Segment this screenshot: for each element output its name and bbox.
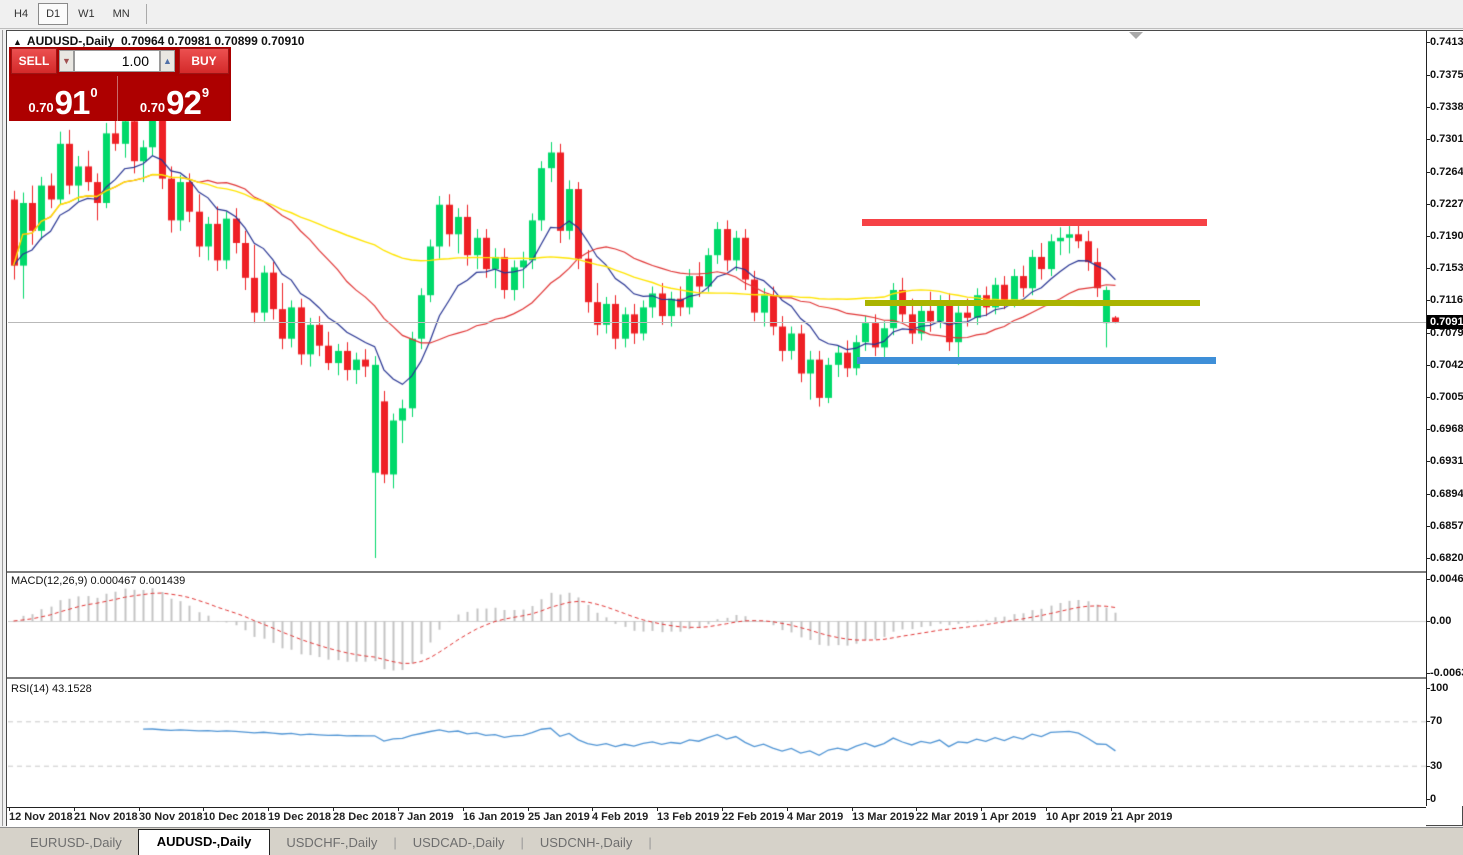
hline-mid-support[interactable] — [865, 300, 1200, 306]
timeframe-button-mn[interactable]: MN — [105, 3, 138, 25]
price-axis-label: 0.68940 — [1430, 488, 1463, 500]
timeframe-toolbar: H4 D1 W1 MN — [0, 0, 1463, 29]
date-label: 21 Nov 2018 — [74, 811, 138, 823]
date-label: 13 Feb 2019 — [657, 811, 720, 823]
chart-tab-bar: EURUSD-,Daily AUDUSD-,Daily USDCHF-,Daily |… — [0, 827, 1463, 855]
timeframe-button-d1[interactable]: D1 — [38, 3, 69, 25]
macd-label: MACD(12,26,9) 0.000467 0.001439 — [11, 575, 186, 587]
buy-price-prefix: 0.70 — [139, 100, 166, 115]
date-label: 30 Nov 2018 — [139, 811, 203, 823]
panel-separator[interactable] — [7, 677, 1426, 680]
macd-axis-label: 0.004694 — [1430, 573, 1463, 585]
date-label: 13 Mar 2019 — [852, 811, 915, 823]
buy-price-big-digits: 92 — [166, 84, 202, 121]
date-label: 7 Jan 2019 — [398, 811, 454, 823]
sell-price-pipette: 0 — [90, 85, 98, 100]
toolbar-separator — [145, 4, 147, 24]
date-label: 12 Nov 2018 — [9, 811, 73, 823]
time-axis[interactable]: 12 Nov 2018 21 Nov 2018 30 Nov 2018 10 Dec … — [7, 807, 1426, 827]
buy-quote-tile[interactable]: 0.70 92 9 — [120, 76, 229, 121]
volume-increase-icon[interactable]: ▲ — [160, 50, 175, 72]
macd-axis-label: -0.00639 — [1430, 667, 1463, 679]
one-click-trading-panel: SELL ▼ ▲ BUY 0.70 91 0 0.70 92 9 — [9, 47, 231, 121]
chart-title: ▲ AUDUSD-,Daily 0.70964 0.70981 0.70899 0… — [13, 34, 304, 48]
date-label: 10 Dec 2018 — [203, 811, 266, 823]
date-label: 4 Feb 2019 — [592, 811, 649, 823]
buy-price-pipette: 9 — [201, 85, 210, 100]
macd-axis-label: 0.00 — [1430, 615, 1452, 627]
price-axis-label: 0.71160 — [1430, 294, 1463, 306]
chart-tab-eurusd[interactable]: EURUSD-,Daily — [14, 831, 138, 855]
price-axis[interactable]: 0.74130 0.73750 0.73380 0.73010 0.72640 0.722… — [1426, 31, 1463, 806]
terminal-window: H4 D1 W1 MN ▲ AUDUSD-,Daily 0.70964 0.709… — [0, 0, 1463, 855]
price-axis-label: 0.71900 — [1430, 230, 1463, 242]
sell-button[interactable]: SELL — [11, 48, 57, 74]
current-price-line — [8, 322, 1426, 323]
chart-tab-usdcad[interactable]: USDCAD-,Daily — [397, 831, 521, 855]
price-axis-label: 0.72640 — [1430, 166, 1463, 178]
date-label: 21 Apr 2019 — [1111, 811, 1173, 823]
price-axis-label: 0.73010 — [1430, 133, 1463, 145]
chart-symbol-label: AUDUSD-,Daily — [26, 34, 115, 48]
date-label: 22 Mar 2019 — [916, 811, 979, 823]
current-price-tag: 0.70910 — [1427, 315, 1463, 329]
price-axis-label: 0.69310 — [1430, 455, 1463, 467]
hline-support[interactable] — [857, 356, 1216, 364]
date-label: 19 Dec 2018 — [268, 811, 331, 823]
price-axis-label: 0.69680 — [1430, 423, 1463, 435]
price-axis-label: 0.72270 — [1430, 198, 1463, 210]
chart-window: ▲ AUDUSD-,Daily 0.70964 0.70981 0.70899 0… — [6, 30, 1463, 827]
rsi-axis-label: 0 — [1430, 793, 1437, 805]
rsi-axis-label: 100 — [1430, 682, 1449, 694]
sell-quote-tile[interactable]: 0.70 91 0 — [9, 76, 118, 121]
sell-price-prefix: 0.70 — [28, 100, 54, 115]
tab-separator: | — [648, 835, 652, 850]
sell-price-big-digits: 91 — [54, 84, 91, 121]
timeframe-button-w1[interactable]: W1 — [70, 3, 103, 25]
volume-input[interactable] — [74, 50, 160, 72]
chart-shift-marker-icon[interactable] — [1129, 32, 1143, 39]
macd-indicator-canvas[interactable] — [8, 573, 1426, 677]
price-axis-label: 0.73380 — [1430, 101, 1463, 113]
rsi-axis-label: 70 — [1430, 715, 1443, 727]
rsi-label: RSI(14) 43.1528 — [11, 683, 92, 695]
volume-decrease-icon[interactable]: ▼ — [59, 50, 74, 72]
rsi-indicator-canvas[interactable] — [8, 681, 1426, 806]
price-axis-label: 0.70050 — [1430, 391, 1463, 403]
date-label: 28 Dec 2018 — [333, 811, 396, 823]
price-axis-label: 0.73750 — [1430, 69, 1463, 81]
price-axis-label: 0.70420 — [1430, 359, 1463, 371]
price-axis-label: 0.68200 — [1430, 552, 1463, 564]
buy-button[interactable]: BUY — [179, 48, 229, 74]
date-label: 1 Apr 2019 — [981, 811, 1037, 823]
price-axis-label: 0.68570 — [1430, 520, 1463, 532]
date-label: 10 Apr 2019 — [1046, 811, 1108, 823]
hline-resistance[interactable] — [862, 218, 1207, 226]
rsi-axis-label: 30 — [1430, 760, 1443, 772]
chart-ohlc-values: 0.70964 0.70981 0.70899 0.70910 — [120, 34, 305, 48]
date-label: 16 Jan 2019 — [463, 811, 525, 823]
chart-tab-audusd[interactable]: AUDUSD-,Daily — [137, 829, 271, 855]
symbol-triangle-icon: ▲ — [13, 37, 22, 47]
price-axis-label: 0.71530 — [1430, 262, 1463, 274]
date-label: 25 Jan 2019 — [528, 811, 590, 823]
chart-tab-usdchf[interactable]: USDCHF-,Daily — [270, 831, 393, 855]
dock-splitter[interactable] — [2, 30, 3, 826]
date-label: 22 Feb 2019 — [722, 811, 785, 823]
timeframe-button-h4[interactable]: H4 — [6, 3, 36, 25]
price-axis-label: 0.74130 — [1430, 36, 1463, 48]
date-label: 4 Mar 2019 — [787, 811, 844, 823]
chart-tab-usdcnh[interactable]: USDCNH-,Daily — [524, 831, 648, 855]
